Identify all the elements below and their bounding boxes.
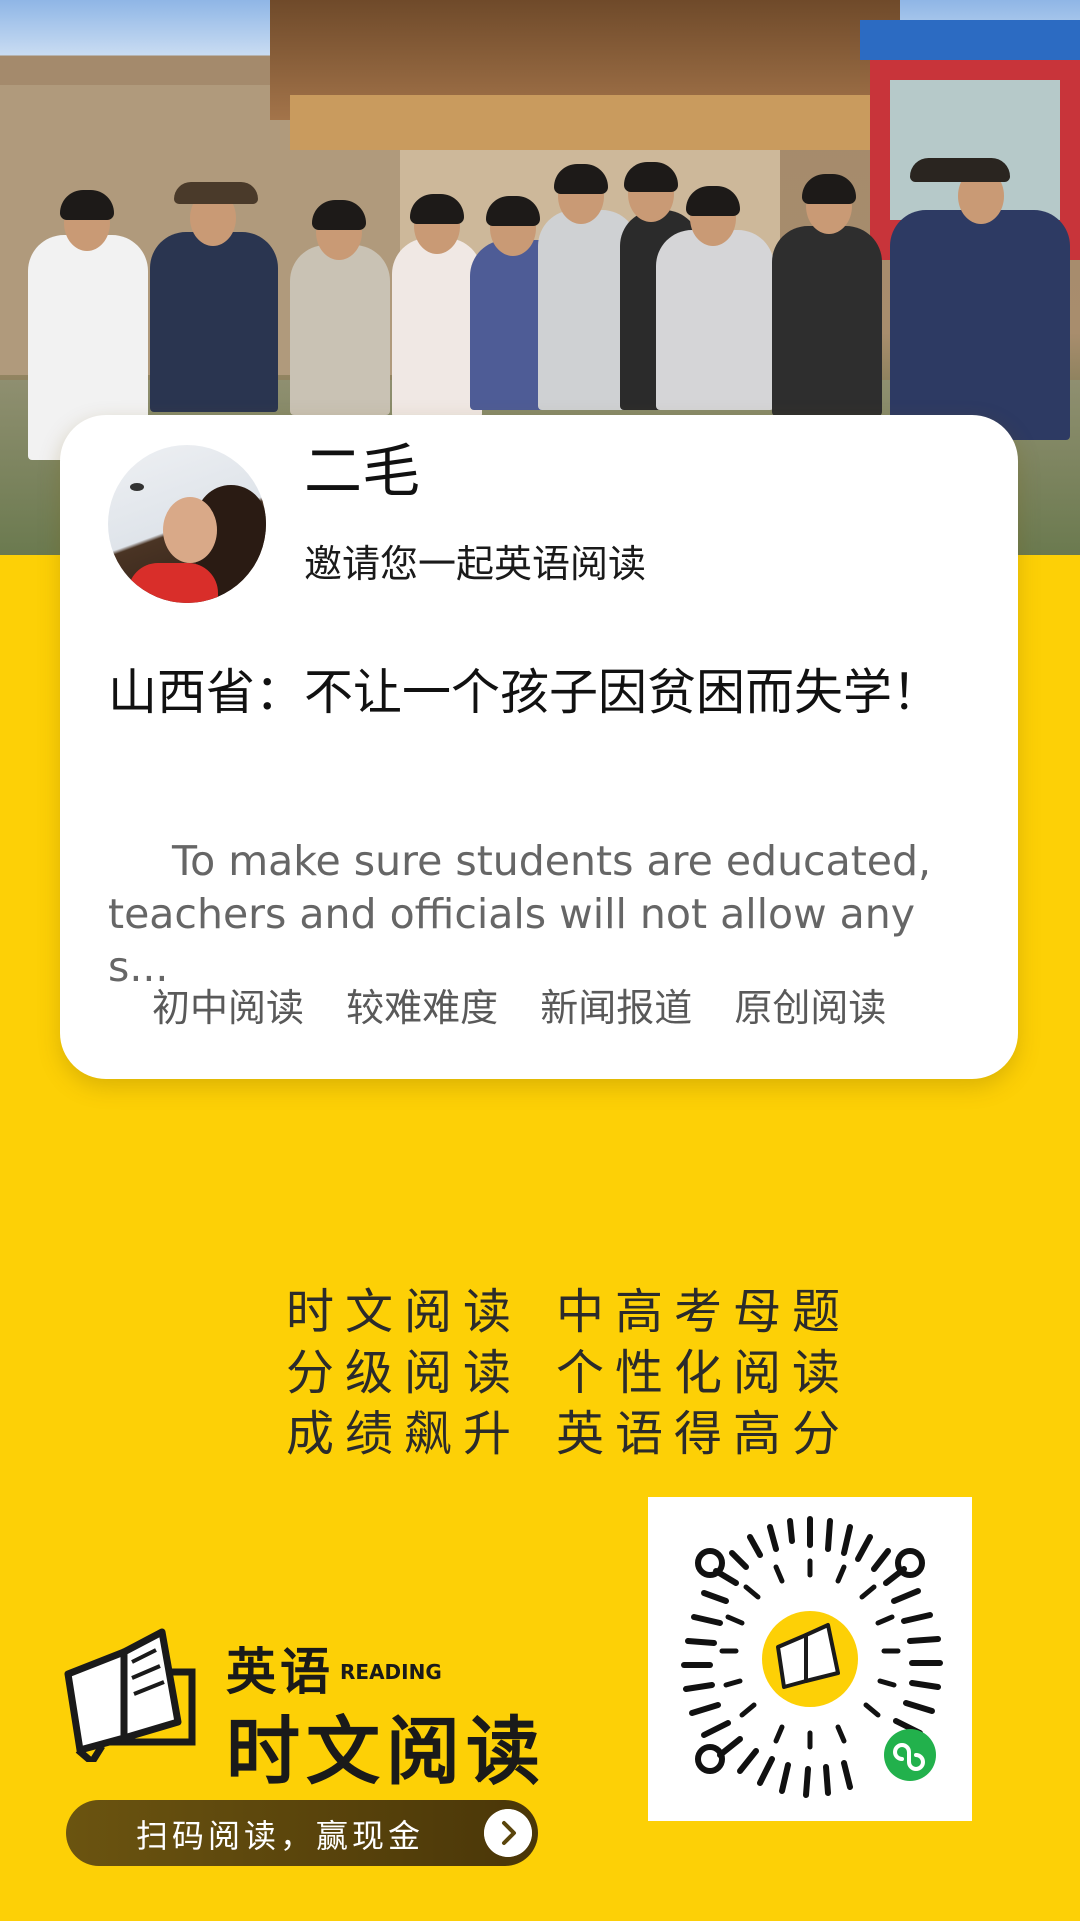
slogan-text: 分级阅读 xyxy=(286,1345,523,1401)
slogan-text: 个性化阅读 xyxy=(556,1345,852,1401)
mini-program-icon xyxy=(884,1729,936,1781)
user-name: 二毛 xyxy=(304,437,421,505)
logo-reading-label: READING xyxy=(340,1660,442,1684)
article-summary: To make sure students are educated, teac… xyxy=(108,837,932,991)
slogan-row: 时文阅读 中高考母题 xyxy=(286,1282,851,1343)
logo-title-reading: 时文阅读 xyxy=(226,1709,546,1795)
slogan-row: 成绩飙升 英语得高分 xyxy=(286,1404,851,1465)
book-logo-icon xyxy=(64,1628,196,1762)
slogan-text: 时文阅读 xyxy=(286,1284,523,1340)
article-card[interactable]: 二毛 邀请您一起英语阅读 山西省：不让一个孩子因贫困而失学！ To make s… xyxy=(60,415,1018,1079)
tag-level: 初中阅读 xyxy=(152,986,305,1030)
invite-text: 邀请您一起英语阅读 xyxy=(304,542,647,586)
mini-program-code[interactable] xyxy=(648,1497,972,1821)
avatar xyxy=(108,445,266,603)
tag-source: 原创阅读 xyxy=(734,986,887,1030)
tag-difficulty: 较难难度 xyxy=(346,986,499,1030)
slogan-text: 中高考母题 xyxy=(556,1284,852,1340)
cta-label: 扫码阅读，赢现金 xyxy=(136,1817,425,1855)
chevron-right-icon xyxy=(484,1809,532,1857)
scan-to-read-button[interactable]: 扫码阅读，赢现金 xyxy=(66,1800,538,1866)
slogan-text: 成绩飙升 xyxy=(286,1406,523,1462)
slogan-row: 分级阅读 个性化阅读 xyxy=(286,1343,851,1404)
slogan-text: 英语得高分 xyxy=(556,1406,852,1462)
tag-list: 初中阅读 较难难度 新闻报道 原创阅读 xyxy=(152,977,886,1032)
article-title: 山西省：不让一个孩子因贫困而失学！ xyxy=(108,664,942,721)
tag-genre: 新闻报道 xyxy=(540,986,693,1030)
slogan-block: 时文阅读 中高考母题 分级阅读 个性化阅读 成绩飙升 英语得高分 xyxy=(286,1282,851,1465)
